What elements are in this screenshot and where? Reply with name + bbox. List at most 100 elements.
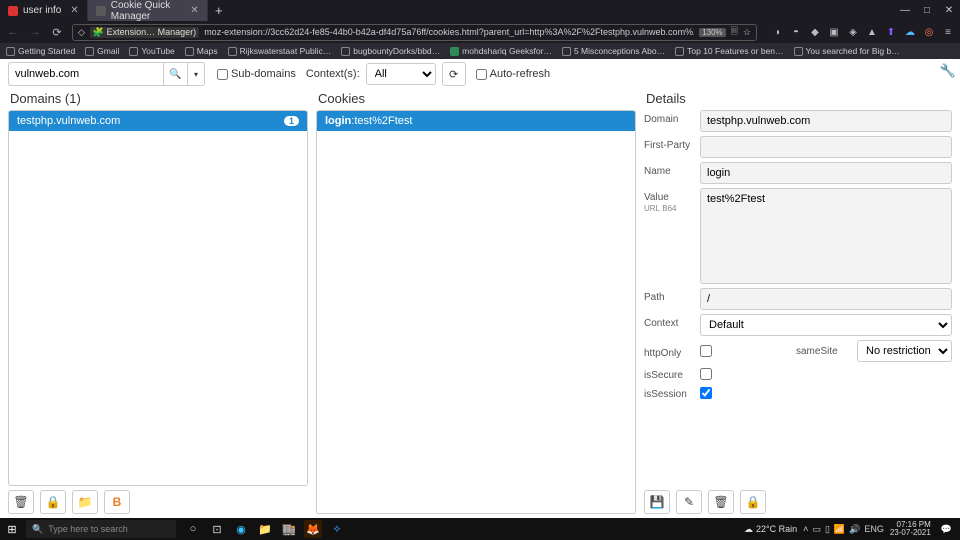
reload-icon[interactable]: ⟳: [50, 25, 64, 39]
refresh-button[interactable]: ⟳: [442, 62, 466, 86]
bookmark-star-icon[interactable]: ☆: [743, 27, 751, 38]
addon-icon[interactable]: ⬆: [885, 26, 897, 38]
chevron-up-icon[interactable]: ˄: [803, 524, 808, 534]
globe-icon: [794, 47, 803, 56]
bookmark-item[interactable]: You searched for Big b…: [794, 46, 900, 56]
forward-icon[interactable]: →: [28, 25, 42, 39]
taskbar-search[interactable]: 🔍 Type here to search: [26, 520, 176, 538]
window-minimize-button[interactable]: —: [894, 0, 916, 21]
bookmark-item[interactable]: bugbountyDorks/bbd…: [341, 46, 440, 56]
menu-icon[interactable]: ≡: [942, 26, 954, 38]
path-input[interactable]: [700, 288, 952, 310]
window-maximize-button[interactable]: □: [916, 0, 938, 21]
url-bar[interactable]: ◇ 🧩 Extension… Manager) moz-extension://…: [72, 24, 757, 41]
addon-icon[interactable]: ◈: [847, 26, 859, 38]
issession-checkbox[interactable]: [700, 387, 712, 399]
cookies-list[interactable]: login:test%2Ftest: [316, 110, 636, 514]
issecure-checkbox[interactable]: [700, 368, 712, 380]
bookmark-item[interactable]: Gmail: [85, 46, 119, 56]
autorefresh-checkbox[interactable]: [476, 69, 487, 80]
bookmark-item[interactable]: mohdshariq Geeksfor…: [450, 46, 552, 56]
addon-icon[interactable]: ☁: [904, 26, 916, 38]
addon-icon[interactable]: ◓: [790, 26, 802, 38]
addon-icon[interactable]: ◎: [923, 26, 935, 38]
details-header: Details: [644, 89, 952, 110]
bookmark-item[interactable]: Top 10 Features or ben…: [675, 46, 783, 56]
weather-icon: ☁: [744, 524, 753, 535]
addon-icon[interactable]: ◑: [771, 26, 783, 38]
name-input[interactable]: [700, 162, 952, 184]
domain-search-input[interactable]: [8, 62, 163, 86]
samesite-select[interactable]: No restriction: [857, 340, 952, 362]
domains-list[interactable]: testphp.vulnweb.com 1: [8, 110, 308, 486]
wifi-icon[interactable]: 📶: [834, 524, 845, 535]
taskbar-app[interactable]: ◉: [232, 520, 250, 538]
taskbar-app[interactable]: 📁: [256, 520, 274, 538]
taskview-icon[interactable]: ⊡: [208, 520, 226, 538]
delete-domain-button[interactable]: 🗑: [8, 490, 34, 514]
system-tray[interactable]: ˄ ▭ ▯ 📶 🔊 ENG: [803, 524, 884, 535]
subdomain-checkbox-label[interactable]: Sub-domains: [217, 68, 296, 80]
bitcoin-button[interactable]: B: [104, 490, 130, 514]
value-textarea[interactable]: test%2Ftest: [700, 188, 952, 284]
network-icon[interactable]: ▭: [812, 524, 821, 535]
reader-icon[interactable]: 🗏: [731, 24, 738, 40]
subdomain-checkbox[interactable]: [217, 69, 228, 80]
lock-cookie-button[interactable]: 🔒: [740, 490, 766, 514]
bookmark-item[interactable]: YouTube: [129, 46, 174, 56]
clock[interactable]: 07:16 PM 23-07-2021: [890, 521, 931, 537]
weather-widget[interactable]: ☁ 22°C Rain: [744, 524, 797, 535]
cookie-item[interactable]: login:test%2Ftest: [317, 111, 635, 131]
addon-icon[interactable]: ▣: [828, 26, 840, 38]
taskbar-app-firefox[interactable]: 🦊: [304, 520, 322, 538]
delete-cookie-button[interactable]: 🗑: [708, 490, 734, 514]
bookmark-item[interactable]: Maps: [185, 46, 218, 56]
context-select[interactable]: Default: [700, 314, 952, 336]
bookmark-item[interactable]: Getting Started: [6, 46, 75, 56]
browser-tab[interactable]: user info ✕: [0, 0, 88, 21]
addon-icon[interactable]: ◆: [809, 26, 821, 38]
browser-tab[interactable]: Cookie Quick Manager ✕: [88, 0, 208, 21]
taskbar-app[interactable]: 🏬: [280, 520, 298, 538]
tab-close-icon[interactable]: ✕: [70, 5, 78, 16]
new-tab-button[interactable]: +: [208, 0, 230, 21]
search-button[interactable]: 🔍: [163, 62, 187, 86]
start-button[interactable]: ⊞: [0, 518, 24, 540]
cookie-manager-page: 🔍 ▾ Sub-domains Context(s): All ⟳ Auto-r…: [0, 59, 960, 518]
browser-navbar: ← → ⟳ ◇ 🧩 Extension… Manager) moz-extens…: [0, 21, 960, 43]
label-text: Auto-refresh: [490, 68, 551, 80]
bookmark-item[interactable]: 5 Misconceptions Abo…: [562, 46, 665, 56]
autorefresh-checkbox-label[interactable]: Auto-refresh: [476, 68, 551, 80]
firstparty-input[interactable]: [700, 136, 952, 158]
domain-item[interactable]: testphp.vulnweb.com 1: [9, 111, 307, 131]
save-cookie-button[interactable]: 💾: [644, 490, 670, 514]
domain-input[interactable]: [700, 110, 952, 132]
back-icon[interactable]: ←: [6, 25, 20, 39]
globe-icon: [228, 47, 237, 56]
battery-icon[interactable]: ▯: [825, 524, 830, 535]
tab-close-icon[interactable]: ✕: [190, 5, 198, 16]
search-options-dropdown[interactable]: ▾: [187, 62, 205, 86]
favicon-icon: [8, 6, 18, 16]
issecure-label: isSecure: [644, 366, 694, 381]
zoom-badge[interactable]: 130%: [699, 28, 725, 37]
taskbar-app[interactable]: ⟡: [328, 520, 346, 538]
bitcoin-icon: B: [113, 495, 122, 509]
httponly-checkbox[interactable]: [700, 345, 712, 357]
cortana-icon[interactable]: ○: [184, 520, 202, 538]
context-select[interactable]: All: [366, 63, 436, 85]
language-indicator[interactable]: ENG: [864, 524, 884, 534]
favicon-icon: [96, 6, 106, 16]
export-domain-button[interactable]: 📁: [72, 490, 98, 514]
lock-icon: 🔒: [746, 495, 761, 509]
notifications-icon[interactable]: 💬: [937, 524, 956, 535]
volume-icon[interactable]: 🔊: [849, 524, 860, 535]
protect-domain-button[interactable]: 🔒: [40, 490, 66, 514]
settings-icon[interactable]: 🔧: [940, 63, 956, 79]
edit-cookie-button[interactable]: ✎: [676, 490, 702, 514]
bookmark-item[interactable]: Rijkswaterstaat Public…: [228, 46, 332, 56]
globe-icon: [341, 47, 350, 56]
window-close-button[interactable]: ✕: [938, 0, 960, 21]
globe-icon: [6, 47, 15, 56]
addon-icon[interactable]: ▲: [866, 26, 878, 38]
